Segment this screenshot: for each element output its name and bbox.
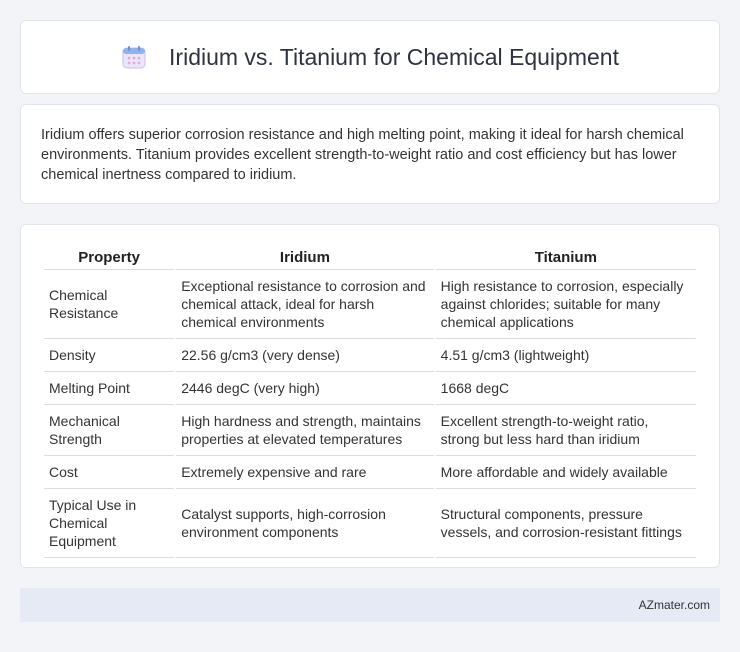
page-title: Iridium vs. Titanium for Chemical Equipm… <box>169 43 619 70</box>
iridium-cell: Exceptional resistance to corrosion and … <box>176 270 434 339</box>
table-row: Density 22.56 g/cm3 (very dense) 4.51 g/… <box>44 339 696 372</box>
summary-text: Iridium offers superior corrosion resist… <box>41 127 684 183</box>
table-row: Cost Extremely expensive and rare More a… <box>44 456 696 489</box>
header-iridium: Iridium <box>176 245 434 270</box>
property-cell: Melting Point <box>44 372 175 405</box>
iridium-cell: Catalyst supports, high-corrosion enviro… <box>176 489 434 558</box>
titanium-cell: More affordable and widely available <box>435 456 696 489</box>
comparison-table-card: Property Iridium Titanium Chemical Resis… <box>20 224 720 568</box>
header-property: Property <box>44 245 175 270</box>
property-cell: Chemical Resistance <box>44 270 175 339</box>
property-cell: Typical Use in Chemical Equipment <box>44 489 175 558</box>
titanium-cell: 1668 degC <box>435 372 696 405</box>
comparison-table: Property Iridium Titanium Chemical Resis… <box>42 245 698 558</box>
summary-card: Iridium offers superior corrosion resist… <box>20 104 720 204</box>
iridium-cell: 2446 degC (very high) <box>176 372 434 405</box>
footer: AZmater.com <box>20 588 720 622</box>
table-row: Typical Use in Chemical Equipment Cataly… <box>44 489 696 558</box>
iridium-cell: High hardness and strength, maintains pr… <box>176 405 434 456</box>
iridium-cell: 22.56 g/cm3 (very dense) <box>176 339 434 372</box>
header-titanium: Titanium <box>435 245 696 270</box>
property-cell: Density <box>44 339 175 372</box>
titanium-cell: 4.51 g/cm3 (lightweight) <box>435 339 696 372</box>
titanium-cell: High resistance to corrosion, especially… <box>435 270 696 339</box>
property-cell: Mechanical Strength <box>44 405 175 456</box>
table-row: Mechanical Strength High hardness and st… <box>44 405 696 456</box>
table-row: Melting Point 2446 degC (very high) 1668… <box>44 372 696 405</box>
iridium-cell: Extremely expensive and rare <box>176 456 434 489</box>
calendar-icon <box>121 44 147 70</box>
titanium-cell: Structural components, pressure vessels,… <box>435 489 696 558</box>
property-cell: Cost <box>44 456 175 489</box>
table-header-row: Property Iridium Titanium <box>44 245 696 270</box>
footer-brand: AZmater.com <box>638 598 710 612</box>
titanium-cell: Excellent strength-to-weight ratio, stro… <box>435 405 696 456</box>
title-card: Iridium vs. Titanium for Chemical Equipm… <box>20 20 720 94</box>
table-row: Chemical Resistance Exceptional resistan… <box>44 270 696 339</box>
page: Iridium vs. Titanium for Chemical Equipm… <box>0 0 740 622</box>
